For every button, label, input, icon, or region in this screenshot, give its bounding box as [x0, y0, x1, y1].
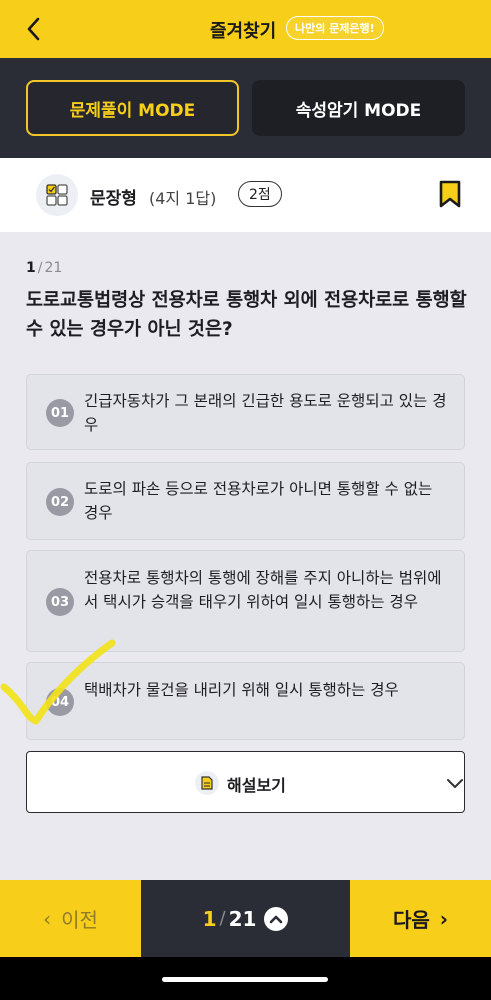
option-text: 택배차가 물건을 내리기 위해 일시 통행하는 경우	[84, 681, 399, 699]
question-current: 1	[26, 260, 36, 276]
option-number: 01	[46, 399, 74, 427]
my-question-bank-badge: 나만의 문제은행!	[286, 16, 384, 40]
option-text: 긴급자동차가 그 본래의 긴급한 용도로 운행되고 있는 경우	[84, 392, 447, 434]
previous-button[interactable]: ‹ 이전	[0, 880, 141, 957]
question-list-toggle[interactable]	[264, 906, 289, 931]
page-title: 즐겨찾기	[210, 21, 277, 42]
explanation-toggle-button[interactable]: 해설보기	[26, 751, 465, 813]
page-separator: ∕	[219, 908, 226, 929]
page-current: 1	[202, 906, 217, 931]
system-home-bar	[0, 957, 491, 1000]
option-3[interactable]: 03 전용차로 통행차의 통행에 장해를 주지 아니하는 범위에서 택시가 승객…	[26, 550, 465, 652]
question-type-bar: 문장형 (4지 1답) 2점	[0, 158, 491, 232]
chevron-left-icon: ‹	[43, 906, 52, 931]
option-number: 03	[46, 588, 74, 616]
option-1[interactable]: 01 긴급자동차가 그 본래의 긴급한 용도로 운행되고 있는 경우	[26, 374, 465, 450]
question-separator: ∕	[37, 260, 43, 276]
previous-label: 이전	[61, 908, 98, 932]
bookmark-icon	[439, 180, 461, 208]
option-text: 전용차로 통행차의 통행에 장해를 주지 아니하는 범위에서 택시가 승객을 태…	[84, 569, 442, 611]
option-4[interactable]: 04 택배차가 물건을 내리기 위해 일시 통행하는 경우	[26, 662, 465, 740]
option-2[interactable]: 02 도로의 파손 등으로 전용차로가 아니면 통행할 수 없는 경우	[26, 462, 465, 540]
chevron-left-icon	[27, 17, 40, 41]
question-total: 21	[44, 260, 63, 276]
memorize-mode-button[interactable]: 속성암기 MODE	[252, 80, 465, 136]
top-header: 즐겨찾기 나만의 문제은행!	[0, 0, 491, 58]
question-progress: 1 ∕ 21	[26, 260, 62, 276]
chevron-up-icon	[270, 915, 283, 923]
question-type-detail: (4지 1답)	[149, 189, 217, 208]
option-number: 04	[46, 688, 74, 716]
option-text: 도로의 파손 등으로 전용차로가 아니면 통행할 수 없는 경우	[84, 480, 433, 522]
chevron-down-icon	[447, 779, 463, 788]
points-badge: 2점	[238, 181, 282, 207]
option-number: 02	[46, 488, 74, 516]
question-text: 도로교통법령상 전용차로 통행차 외에 전용차로로 통행할 수 있는 경우가 아…	[26, 290, 467, 340]
page-indicator: 1 ∕ 21	[141, 880, 350, 957]
home-indicator[interactable]	[162, 977, 328, 982]
bookmark-button[interactable]	[438, 180, 462, 210]
chevron-right-icon: ›	[439, 906, 449, 931]
question-type-name: 문장형	[90, 189, 137, 209]
page-total: 21	[228, 906, 257, 931]
bottom-navigation: ‹ 이전 1 ∕ 21 다음 ›	[0, 880, 491, 957]
grid-checkbox-icon	[36, 174, 78, 216]
mode-selector: 문제풀이 MODE 속성암기 MODE	[0, 58, 491, 158]
next-button[interactable]: 다음 ›	[350, 880, 491, 957]
next-label: 다음	[392, 908, 430, 932]
explanation-label: 해설보기	[227, 776, 286, 795]
back-button[interactable]	[18, 12, 48, 46]
solve-mode-button[interactable]: 문제풀이 MODE	[26, 80, 239, 136]
document-icon	[195, 771, 219, 795]
